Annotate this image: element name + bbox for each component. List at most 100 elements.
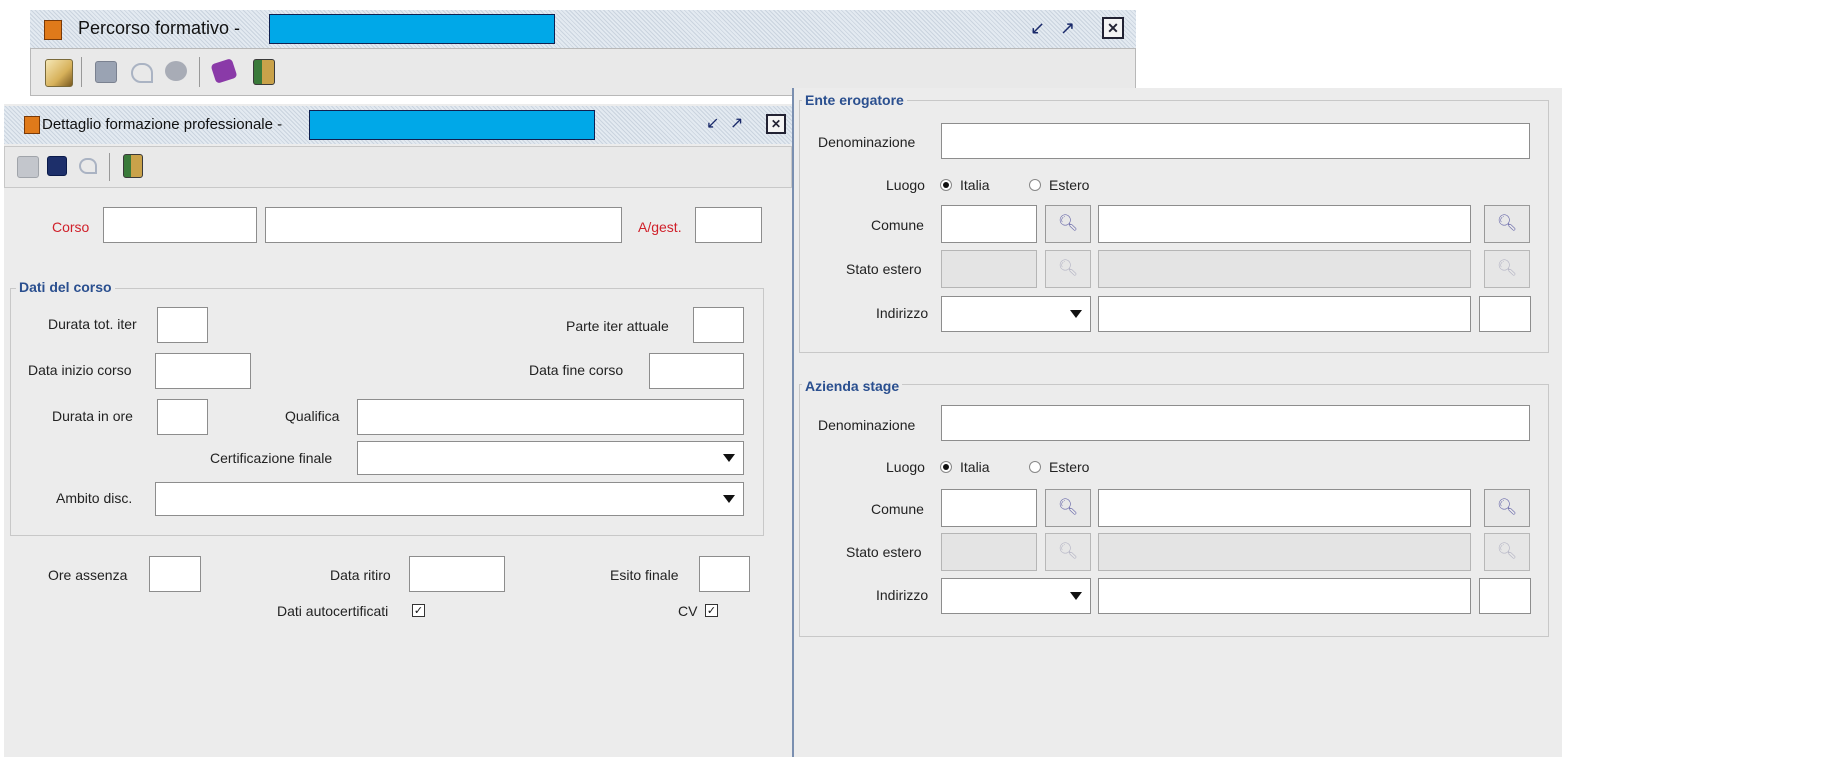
azienda-estero-radio[interactable] — [1029, 461, 1041, 473]
azienda-italia-radio[interactable] — [940, 461, 952, 473]
toolbar-separator — [109, 153, 110, 181]
ente-indirizzo-select[interactable] — [941, 296, 1091, 332]
panel-divider — [792, 88, 794, 757]
durata-tot-iter-input[interactable] — [157, 307, 208, 343]
azienda-comune-label: Comune — [871, 501, 924, 517]
exit-door-icon[interactable] — [253, 59, 275, 85]
azienda-italia-label: Italia — [960, 459, 990, 475]
ambito-select[interactable] — [155, 482, 744, 516]
azienda-luogo-label: Luogo — [886, 459, 925, 475]
undo-icon[interactable] — [79, 158, 97, 174]
ente-estero-radio[interactable] — [1029, 179, 1041, 191]
ente-indirizzo-label: Indirizzo — [876, 305, 929, 321]
azienda-comune-name-input[interactable] — [1098, 489, 1471, 527]
edit-icon[interactable] — [45, 59, 73, 87]
ore-assenza-label: Ore assenza — [48, 567, 128, 583]
edit-icon[interactable] — [17, 156, 39, 178]
detail-window-title: Dettaglio formazione professionale - — [42, 116, 283, 133]
ente-denominazione-input[interactable] — [941, 123, 1530, 159]
title-redaction — [309, 110, 595, 140]
data-ritiro-input[interactable] — [409, 556, 505, 592]
ente-civico-input[interactable] — [1479, 296, 1531, 332]
ente-erogatore-title: Ente erogatore — [802, 92, 907, 108]
ente-stato-code-input[interactable] — [941, 250, 1037, 288]
chevron-down-icon — [723, 495, 735, 503]
binoculars-icon[interactable]: 🔍︎ — [1484, 533, 1530, 571]
outer-window-title: Percorso formativo - — [78, 18, 241, 38]
durata-ore-input[interactable] — [157, 399, 208, 435]
cv-checkbox[interactable]: ✓ — [705, 604, 718, 617]
window-app-icon — [24, 116, 40, 134]
parte-iter-input[interactable] — [693, 307, 744, 343]
corso-label: Corso — [52, 219, 90, 235]
ente-italia-label: Italia — [960, 177, 990, 193]
binoculars-icon[interactable]: 🔍︎ — [1484, 250, 1530, 288]
data-fine-input[interactable] — [649, 353, 744, 389]
ente-comune-name-input[interactable] — [1098, 205, 1471, 243]
chevron-down-icon — [723, 454, 735, 462]
qualifica-input[interactable] — [357, 399, 744, 435]
ente-indirizzo-input[interactable] — [1098, 296, 1471, 332]
ente-estero-label: Estero — [1049, 177, 1090, 193]
parte-iter-label: Parte iter attuale — [566, 318, 669, 334]
ente-comune-code-input[interactable] — [941, 205, 1037, 243]
certificazione-select[interactable] — [357, 441, 744, 475]
azienda-denominazione-label: Denominazione — [818, 417, 916, 433]
azienda-stage-title: Azienda stage — [802, 378, 903, 394]
corso-description-input[interactable] — [265, 207, 622, 243]
close-icon[interactable]: ✕ — [766, 114, 786, 134]
dati-autocert-checkbox[interactable]: ✓ — [412, 604, 425, 617]
agest-input[interactable] — [695, 207, 762, 243]
azienda-denominazione-input[interactable] — [941, 405, 1530, 441]
azienda-indirizzo-select[interactable] — [941, 578, 1091, 614]
binoculars-icon[interactable]: 🔍︎ — [1045, 250, 1091, 288]
azienda-indirizzo-label: Indirizzo — [876, 587, 929, 603]
ente-stato-name-input[interactable] — [1098, 250, 1471, 288]
azienda-indirizzo-input[interactable] — [1098, 578, 1471, 614]
azienda-stato-code-input[interactable] — [941, 533, 1037, 571]
toolbar-separator — [81, 57, 82, 87]
binoculars-icon[interactable]: 🔍︎ — [1045, 205, 1091, 243]
esito-finale-label: Esito finale — [610, 567, 679, 583]
save-icon[interactable] — [47, 156, 67, 176]
detail-window-titlebar[interactable]: Dettaglio formazione professionale - ↙ ↗… — [4, 106, 792, 144]
azienda-comune-code-input[interactable] — [941, 489, 1037, 527]
dati-corso-group-title: Dati del corso — [16, 279, 115, 295]
close-icon[interactable]: ✕ — [1102, 17, 1124, 39]
tools-icon[interactable] — [165, 61, 187, 81]
title-redaction — [269, 14, 555, 44]
corso-code-input[interactable] — [103, 207, 257, 243]
maximize-icon[interactable]: ↗ — [1060, 18, 1075, 38]
exit-door-icon[interactable] — [123, 154, 143, 178]
undo-icon[interactable] — [131, 63, 153, 83]
azienda-civico-input[interactable] — [1479, 578, 1531, 614]
minimize-icon[interactable]: ↙ — [1030, 18, 1045, 38]
data-fine-label: Data fine corso — [529, 362, 624, 378]
dati-autocert-label: Dati autocertificati — [277, 603, 389, 619]
azienda-stato-name-input[interactable] — [1098, 533, 1471, 571]
ente-luogo-label: Luogo — [886, 177, 925, 193]
book-icon[interactable] — [210, 58, 238, 84]
ente-italia-radio[interactable] — [940, 179, 952, 191]
toolbar-separator — [199, 57, 200, 87]
agest-label: A/gest. — [638, 219, 682, 235]
ore-assenza-input[interactable] — [149, 556, 201, 592]
save-icon[interactable] — [95, 61, 117, 83]
binoculars-icon[interactable]: 🔍︎ — [1045, 533, 1091, 571]
outer-window-titlebar[interactable]: Percorso formativo - ↙ ↗ ✕ — [30, 10, 1136, 48]
qualifica-label: Qualifica — [285, 408, 340, 424]
durata-ore-label: Durata in ore — [52, 408, 133, 424]
minimize-icon[interactable]: ↙ — [706, 114, 719, 134]
azienda-estero-label: Estero — [1049, 459, 1090, 475]
azienda-stato-estero-label: Stato estero — [846, 544, 922, 560]
binoculars-icon[interactable]: 🔍︎ — [1484, 489, 1530, 527]
binoculars-icon[interactable]: 🔍︎ — [1484, 205, 1530, 243]
maximize-icon[interactable]: ↗ — [730, 114, 743, 134]
data-inizio-input[interactable] — [155, 353, 251, 389]
data-inizio-label: Data inizio corso — [28, 362, 132, 378]
esito-finale-input[interactable] — [699, 556, 750, 592]
binoculars-icon[interactable]: 🔍︎ — [1045, 489, 1091, 527]
ente-stato-estero-label: Stato estero — [846, 261, 922, 277]
durata-tot-iter-label: Durata tot. iter — [48, 316, 137, 332]
ente-denominazione-label: Denominazione — [818, 134, 916, 150]
